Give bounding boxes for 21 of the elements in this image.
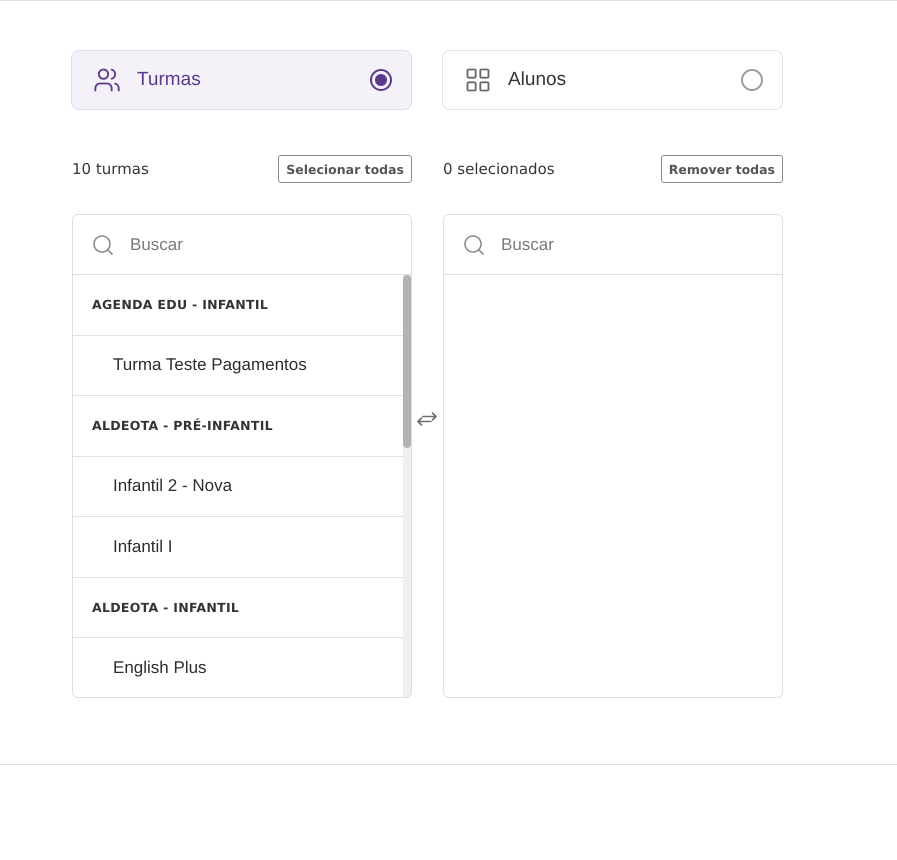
class-list-item[interactable]: Infantil 2 - Nova [113,476,232,496]
class-list-item[interactable]: English Plus [113,658,207,678]
search-icon [91,232,115,256]
people-icon [93,66,121,94]
selected-count: 0 selecionados [443,160,555,178]
scrollbar-thumb[interactable] [403,275,411,448]
search-field[interactable]: Buscar [130,224,393,264]
swap-arrows-icon [416,412,438,426]
mode-option[interactable]: Turmas [71,50,412,110]
remove-all-button[interactable]: Remover todas [660,155,783,183]
select-all-button[interactable]: Selecionar todas [278,155,412,183]
group-heading: ALDEOTA - INFANTIL [92,600,240,615]
group-heading: ALDEOTA - PRÉ-INFANTIL [92,418,273,434]
class-list-item[interactable]: Infantil I [113,536,173,557]
search-field[interactable]: Buscar [501,224,764,264]
mode-option[interactable]: Alunos [442,50,783,110]
group-heading: AGENDA EDU - INFANTIL [92,297,268,312]
class-count: 10 turmas [72,160,149,178]
grid-icon [464,66,492,94]
class-list-item[interactable]: Turma Teste Pagamentos [113,355,307,376]
search-icon [462,232,486,256]
